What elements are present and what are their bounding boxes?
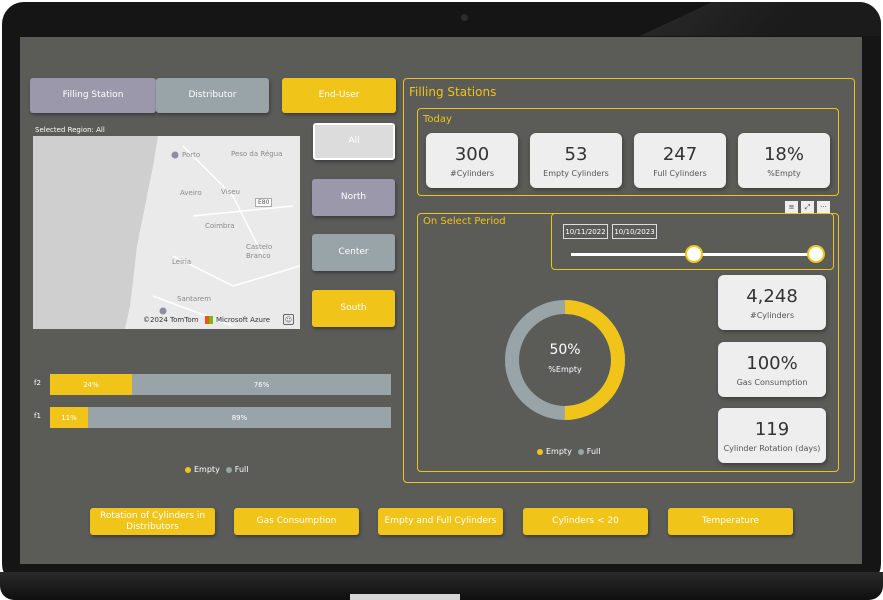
panel-title: Filling Stations: [409, 85, 497, 99]
gas-consumption-button[interactable]: Gas Consumption: [234, 508, 359, 535]
legend-full-label: Full: [586, 447, 601, 456]
kpi-card: 247 Full Cylinders: [634, 133, 726, 188]
kpi-label: Cylinder Rotation (days): [723, 443, 821, 453]
donut-label: %Empty: [548, 365, 582, 374]
map-provider: Microsoft Azure: [205, 316, 270, 324]
cylinders-20-button[interactable]: Cylinders < 20: [523, 508, 648, 535]
region-map[interactable]: Porto Peso da Régua Aveiro Viseu E80 Coi…: [33, 136, 300, 329]
empty-segment[interactable]: 24%: [50, 374, 132, 395]
legend-full-label: Full: [234, 465, 249, 474]
legend-empty-label: Empty: [546, 447, 572, 456]
region-center-button[interactable]: Center: [312, 234, 395, 271]
full-dot-icon: [225, 466, 232, 473]
place-label: Leiria: [172, 258, 192, 266]
filter-icon[interactable]: ≡: [785, 201, 798, 213]
webcam-icon: [461, 14, 468, 21]
today-title: Today: [423, 114, 452, 125]
period-kpi-card: 100% Gas Consumption: [718, 342, 826, 397]
region-south-button[interactable]: South: [312, 290, 395, 327]
place-label: Santarem: [177, 295, 212, 303]
place-label: Peso da Régua: [231, 150, 283, 158]
focus-mode-icon[interactable]: ⤢: [801, 201, 814, 213]
period-kpi-card: 4,248 #Cylinders: [718, 275, 826, 330]
donut-chart[interactable]: 50% %Empty: [502, 297, 628, 423]
map-provider-label: Microsoft Azure: [216, 316, 271, 324]
kpi-value: 18%: [763, 143, 804, 165]
full-segment[interactable]: 76%: [132, 374, 391, 395]
bar-row-f2: f2 24% 76%: [34, 374, 391, 395]
legend-empty-label: Empty: [194, 465, 220, 474]
slider-end-handle[interactable]: [807, 245, 825, 263]
microsoft-logo-icon: [205, 316, 213, 324]
empty-dot-icon: [185, 466, 191, 473]
kpi-label: #Cylinders: [450, 168, 494, 178]
donut-value: 50%: [549, 342, 581, 358]
place-label: Castelo Branco: [246, 243, 273, 260]
slider-start-handle[interactable]: [685, 245, 703, 263]
santarem-marker-icon: [159, 307, 167, 315]
region-north-button[interactable]: North: [312, 179, 395, 216]
kpi-value: 247: [662, 143, 698, 165]
kpi-label: Gas Consumption: [736, 377, 808, 387]
kpi-value: 100%: [746, 352, 798, 374]
donut-svg: [505, 300, 625, 420]
full-dot-icon: [577, 448, 584, 455]
kpi-card: 53 Empty Cylinders: [530, 133, 622, 188]
base-highlight: [350, 594, 460, 600]
ocean-shape: [33, 136, 158, 329]
filling-station-button[interactable]: Filling Station: [30, 78, 156, 113]
laptop-mockup: Filling Station Distributor End-User Sel…: [0, 0, 883, 600]
donut-legend: Empty Full: [537, 447, 600, 456]
date-start-input[interactable]: 10/11/2022: [563, 224, 608, 239]
map-copyright: ©2024 TomTom: [143, 316, 199, 324]
feedback-smiley-icon[interactable]: ☺: [283, 314, 294, 325]
bar-legend: Empty Full: [185, 465, 248, 474]
end-user-button[interactable]: End-User: [282, 78, 396, 113]
date-end-input[interactable]: 10/10/2023: [612, 224, 657, 239]
bar-row-f1: f1 11% 89%: [34, 407, 391, 428]
empty-dot-icon: [537, 448, 543, 455]
full-segment[interactable]: 89%: [88, 407, 391, 428]
bar-label: f1: [34, 412, 41, 420]
kpi-value: 53: [564, 143, 588, 165]
place-label: Porto: [182, 151, 201, 159]
more-options-icon[interactable]: ···: [817, 201, 830, 213]
place-label: Coimbra: [205, 222, 235, 230]
kpi-label: Empty Cylinders: [543, 168, 609, 178]
empty-full-button[interactable]: Empty and Full Cylinders: [378, 508, 503, 535]
kpi-value: 300: [454, 143, 490, 165]
kpi-label: %Empty: [767, 168, 801, 178]
rotation-button[interactable]: Rotation of Cylinders in Distributors: [90, 508, 215, 535]
period-kpi-card: 119 Cylinder Rotation (days): [718, 408, 826, 463]
place-label: Viseu: [221, 188, 240, 196]
kpi-label: Full Cylinders: [653, 168, 707, 178]
kpi-value: 4,248: [746, 285, 798, 307]
period-title: On Select Period: [423, 216, 506, 227]
bar-label: f2: [34, 379, 41, 387]
road-marker-badge: E80: [255, 198, 273, 207]
dashboard-screen: Filling Station Distributor End-User Sel…: [20, 37, 862, 564]
selected-region-label: Selected Region: All: [35, 126, 105, 134]
temperature-button[interactable]: Temperature: [668, 508, 793, 535]
kpi-card: 300 #Cylinders: [426, 133, 518, 188]
kpi-card: 18% %Empty: [738, 133, 830, 188]
roads-shape: [152, 145, 300, 327]
region-all-button[interactable]: All: [313, 123, 395, 160]
kpi-value: 119: [754, 418, 790, 440]
place-label: Aveiro: [180, 189, 202, 197]
kpi-label: #Cylinders: [750, 310, 794, 320]
empty-segment[interactable]: 11%: [50, 407, 88, 428]
porto-marker-icon: [171, 151, 179, 159]
distributor-button[interactable]: Distributor: [156, 78, 269, 113]
map-canvas: [33, 136, 300, 329]
